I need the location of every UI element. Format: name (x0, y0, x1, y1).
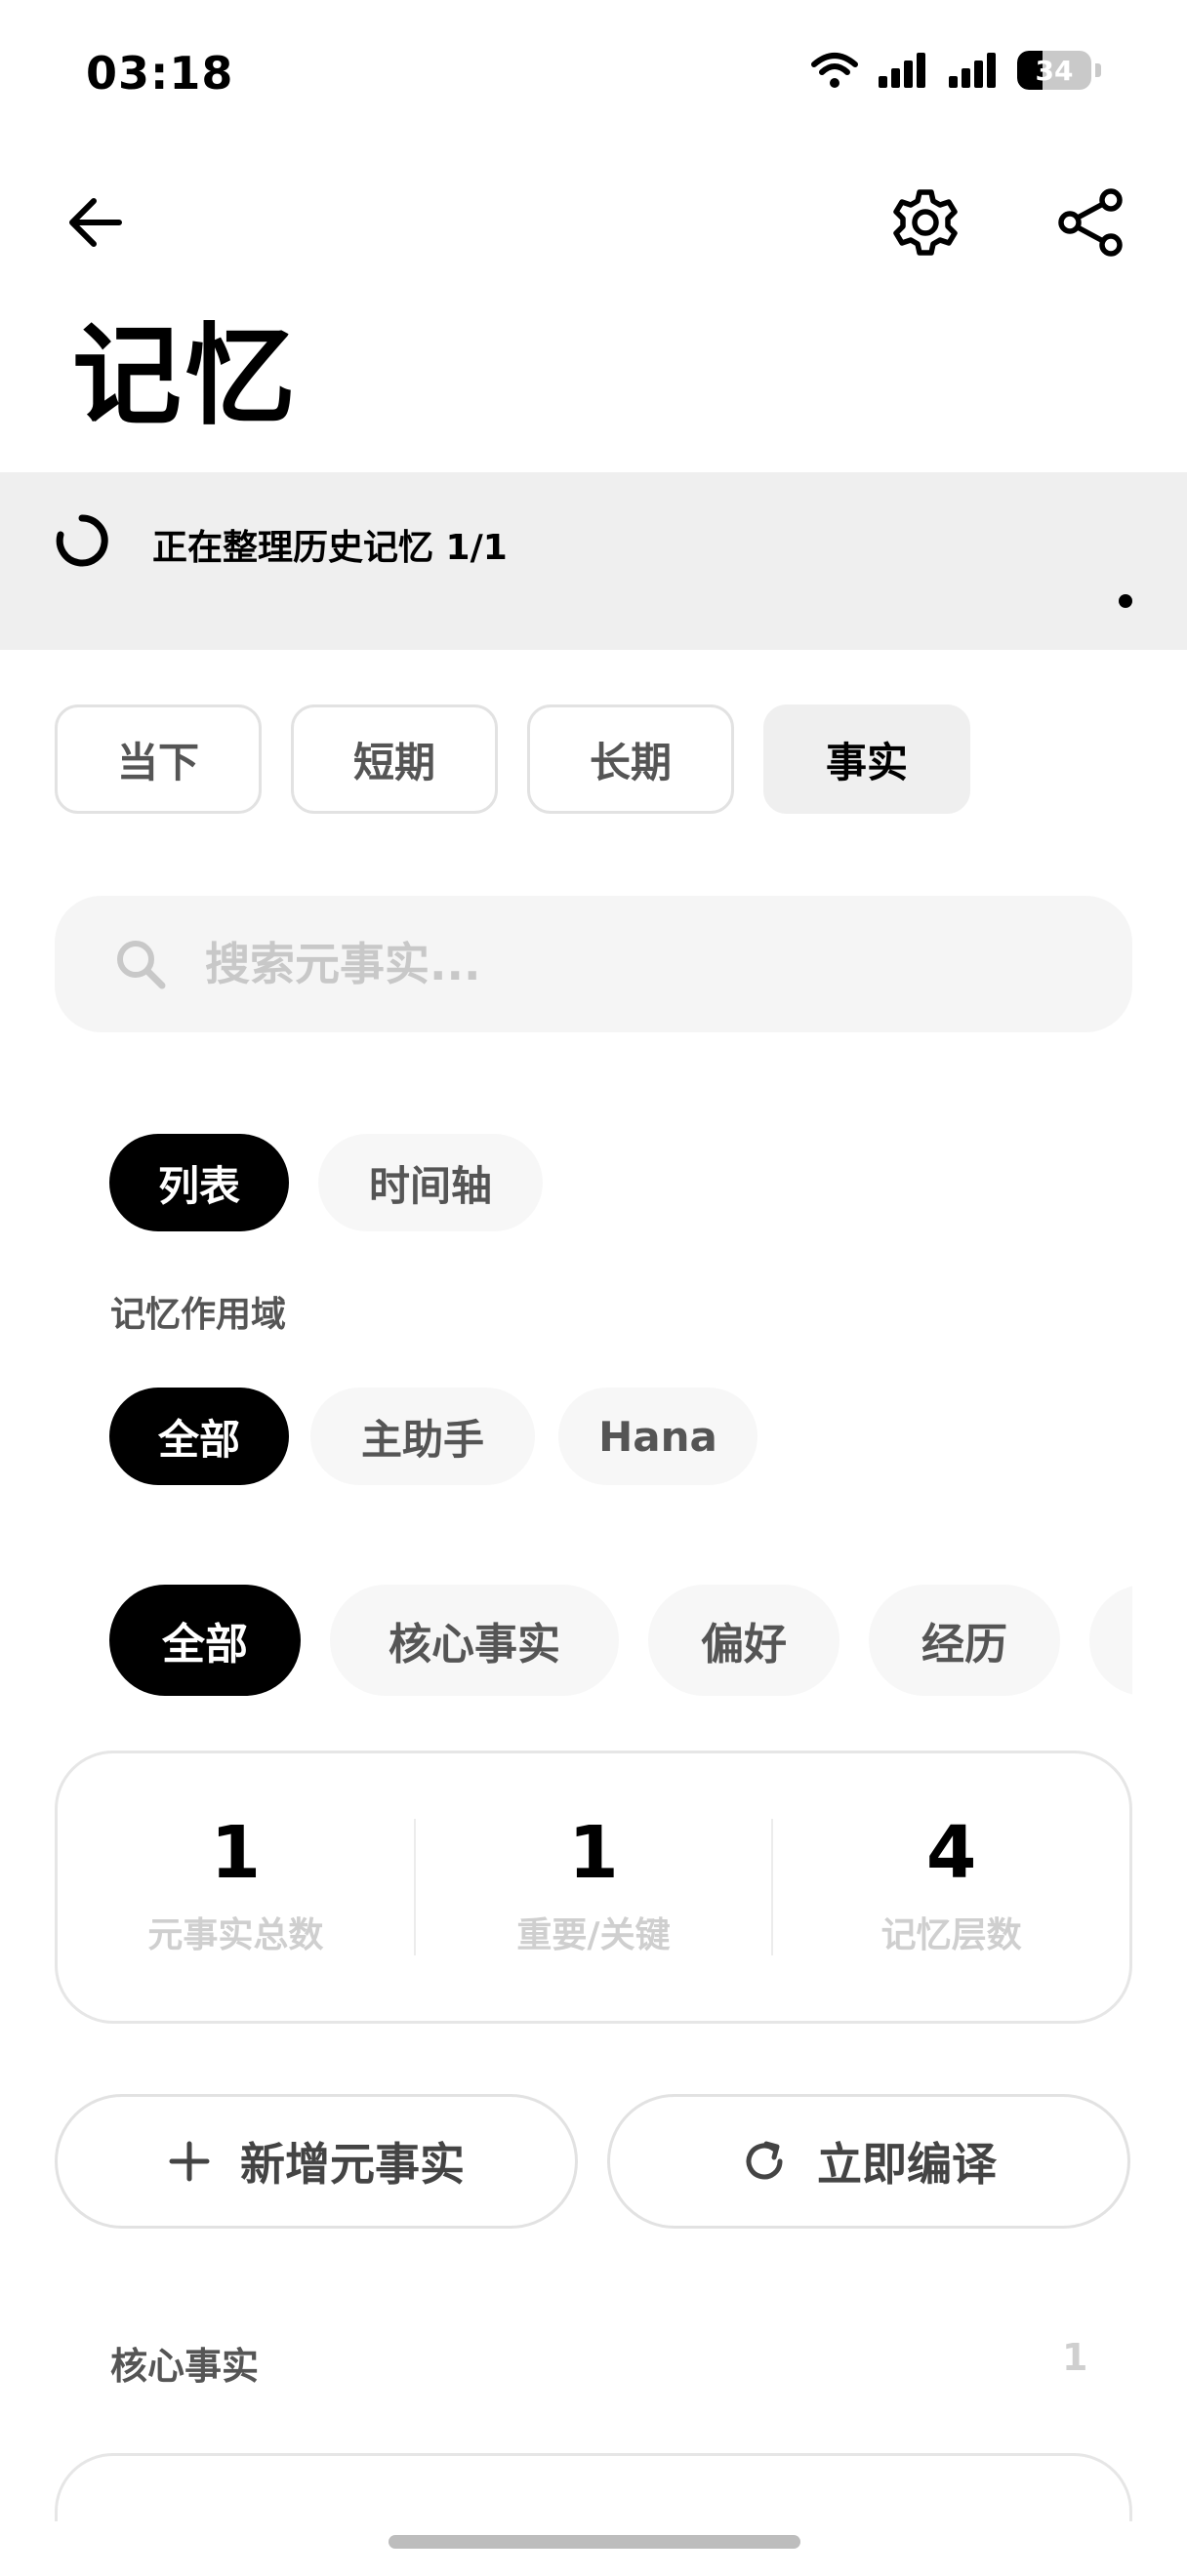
tab-short-term[interactable]: 短期 (291, 704, 498, 814)
category-core-facts[interactable]: 核心事实 (330, 1585, 619, 1696)
category-experiences[interactable]: 经历 (869, 1585, 1060, 1696)
status-icons: 34 (810, 51, 1101, 90)
search-input[interactable] (205, 925, 1084, 1003)
home-indicator[interactable] (389, 2535, 800, 2549)
status-bar: 03:18 34 (0, 0, 1187, 146)
stat-important: 1 重要/关键 (416, 1817, 772, 1957)
stat-label: 重要/关键 (516, 1915, 671, 1955)
search-icon (117, 941, 166, 989)
add-fact-label: 新增元事实 (240, 2138, 465, 2191)
stats-card: 1 元事实总数 1 重要/关键 4 记忆层数 (55, 1751, 1132, 2024)
category-more[interactable] (1089, 1585, 1132, 1696)
banner-text: 正在整理历史记忆 1/1 (152, 528, 508, 568)
memory-tabs: 当下 短期 长期 事实 (55, 704, 970, 814)
tab-current[interactable]: 当下 (55, 704, 262, 814)
wifi-icon (811, 53, 858, 88)
view-timeline[interactable]: 时间轴 (318, 1134, 543, 1231)
compile-now-button[interactable]: 立即编译 (607, 2094, 1130, 2229)
share-button[interactable] (1050, 181, 1132, 263)
section-title: 核心事实 (110, 2345, 260, 2388)
category-all[interactable]: 全部 (109, 1585, 301, 1696)
gear-icon (893, 189, 958, 256)
stat-value: 4 (925, 1811, 977, 1895)
status-time: 03:18 (86, 47, 234, 100)
battery-level: 34 (1035, 54, 1074, 87)
add-fact-button[interactable]: 新增元事实 (55, 2094, 578, 2229)
category-preferences[interactable]: 偏好 (648, 1585, 839, 1696)
settings-button[interactable] (884, 181, 966, 263)
share-icon (1058, 188, 1123, 257)
stat-value: 1 (210, 1811, 262, 1895)
section-count: 1 (1062, 2336, 1088, 2379)
fact-card-clip (0, 2449, 1187, 2521)
tab-long-term[interactable]: 长期 (527, 704, 734, 814)
spinner-icon (56, 514, 108, 567)
signal-icon (949, 53, 996, 88)
back-arrow-icon (69, 198, 122, 247)
scope-main-assistant[interactable]: 主助手 (310, 1388, 535, 1485)
stat-total: 1 元事实总数 (58, 1817, 414, 1957)
plus-icon (169, 2141, 210, 2182)
scope-label: 记忆作用域 (110, 1295, 287, 1335)
tab-facts[interactable]: 事实 (763, 704, 970, 814)
category-filter-row[interactable]: 全部 核心事实 偏好 经历 (55, 1585, 1132, 1696)
scope-all[interactable]: 全部 (109, 1388, 289, 1485)
signal-icon (879, 53, 925, 88)
stat-layers: 4 记忆层数 (773, 1817, 1129, 1957)
battery-cap (1095, 63, 1101, 77)
scope-hana[interactable]: Hana (558, 1388, 757, 1485)
refresh-icon (746, 2141, 783, 2180)
view-list[interactable]: 列表 (109, 1134, 289, 1231)
compile-now-label: 立即编译 (817, 2138, 997, 2191)
banner-dot (1119, 594, 1132, 608)
stat-label: 记忆层数 (880, 1915, 1022, 1955)
battery-icon: 34 (1017, 51, 1091, 90)
back-button[interactable] (57, 183, 135, 262)
page-title: 记忆 (72, 313, 299, 440)
stat-value: 1 (568, 1811, 619, 1895)
stat-label: 元事实总数 (147, 1915, 324, 1955)
fact-card[interactable] (55, 2453, 1132, 2521)
